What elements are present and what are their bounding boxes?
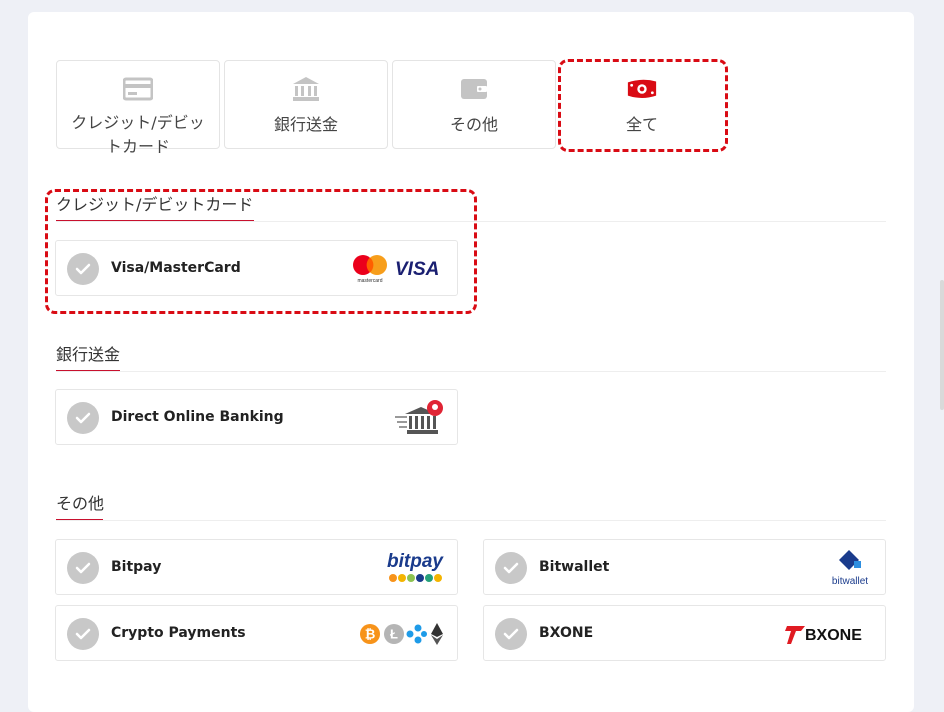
- bitwallet-text: bitwallet: [832, 576, 868, 587]
- visa-mastercard-logo: mastercard VISA: [351, 249, 445, 289]
- option-direct-online-banking[interactable]: Direct Online Banking: [55, 389, 458, 445]
- bxone-text: BXONE: [805, 627, 862, 644]
- tab-label: その他: [449, 115, 498, 134]
- tab-label: 銀行送金: [273, 115, 338, 134]
- option-label: Bitwallet: [539, 559, 610, 575]
- option-bitwallet[interactable]: Bitwallet bitwallet: [483, 539, 886, 595]
- bxone-logo: BXONE: [785, 614, 873, 654]
- tab-credit-card[interactable]: クレジット/デビットカード: [56, 60, 220, 156]
- section-title-text: 銀行送金: [56, 345, 121, 364]
- check-icon[interactable]: [67, 552, 99, 584]
- check-icon[interactable]: [67, 253, 99, 285]
- mastercard-text: mastercard: [357, 278, 382, 284]
- bitpay-logo: bitpay: [385, 548, 445, 588]
- scrollbar-thumb[interactable]: [940, 280, 944, 410]
- visa-text: VISA: [395, 259, 439, 280]
- option-label: Crypto Payments: [111, 625, 246, 641]
- section-title-bank: 銀行送金: [56, 344, 121, 372]
- option-visa-mastercard[interactable]: Visa/MasterCard mastercard VISA: [55, 240, 458, 296]
- option-label: Bitpay: [111, 559, 162, 575]
- bitwallet-logo: bitwallet: [827, 548, 873, 588]
- wallet-icon: [458, 75, 490, 103]
- tab-label: クレジット/デビットカード: [71, 113, 205, 156]
- bank-icon: [290, 75, 322, 103]
- ethereum-icon: [431, 623, 443, 645]
- scrollbar[interactable]: [940, 0, 944, 697]
- section-divider: [56, 371, 886, 372]
- bank-transfer-logo: [393, 398, 445, 438]
- option-label: BXONE: [539, 625, 594, 641]
- banknote-icon: [626, 75, 658, 103]
- check-icon[interactable]: [67, 402, 99, 434]
- svg-text:₿: ₿: [365, 627, 376, 642]
- option-label: Visa/MasterCard: [111, 260, 241, 276]
- option-label: Direct Online Banking: [111, 409, 284, 425]
- credit-card-icon: [122, 75, 154, 103]
- tab-all[interactable]: 全て: [560, 60, 724, 149]
- section-divider: [56, 221, 886, 222]
- tab-bank-transfer[interactable]: 銀行送金: [224, 60, 388, 149]
- section-divider: [56, 520, 886, 521]
- option-crypto-payments[interactable]: Crypto Payments ₿ Ł: [55, 605, 458, 661]
- tab-other[interactable]: その他: [392, 60, 556, 149]
- section-title-text: クレジット/デビットカード: [56, 195, 254, 214]
- option-bitpay[interactable]: Bitpay bitpay: [55, 539, 458, 595]
- option-bxone[interactable]: BXONE BXONE: [483, 605, 886, 661]
- bitpay-text: bitpay: [387, 551, 444, 572]
- xrp-icon: [406, 624, 427, 644]
- section-title-text: その他: [56, 494, 105, 513]
- section-title-other: その他: [56, 493, 105, 521]
- crypto-logos: ₿ Ł: [359, 614, 445, 654]
- check-icon[interactable]: [495, 618, 527, 650]
- svg-text:Ł: Ł: [390, 627, 398, 642]
- section-title-card: クレジット/デビットカード: [56, 194, 254, 222]
- check-icon[interactable]: [67, 618, 99, 650]
- check-icon[interactable]: [495, 552, 527, 584]
- tab-label: 全て: [625, 115, 658, 134]
